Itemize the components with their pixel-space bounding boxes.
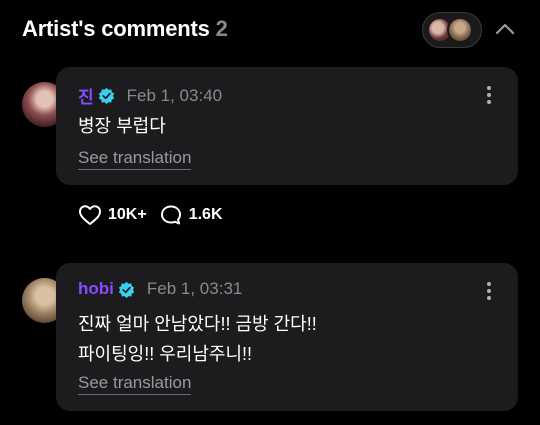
artist-avatar-stack[interactable] xyxy=(422,12,482,48)
comment-bubble: 진 Feb 1, 03:40 병장 부럽다 See translation xyxy=(56,67,518,185)
avatar xyxy=(447,17,473,43)
comment-count: 2 xyxy=(215,16,228,41)
see-translation-link[interactable]: See translation xyxy=(78,148,192,170)
like-count: 10K+ xyxy=(108,206,147,223)
section-title: Artist's comments 2 xyxy=(22,16,228,42)
author-name[interactable]: 진 xyxy=(78,83,94,108)
comment-date: Feb 1, 03:40 xyxy=(126,85,223,105)
see-translation-link[interactable]: See translation xyxy=(78,373,192,395)
verified-badge-icon xyxy=(98,87,114,104)
comment-date: Feb 1, 03:31 xyxy=(146,279,243,298)
comment-actions: 10K+ 1.6K xyxy=(78,204,235,226)
comment-meta: 진 Feb 1, 03:40 xyxy=(78,83,222,108)
heart-icon xyxy=(79,205,101,225)
comment-text: 진짜 얼마 안남았다!! 금방 간다!! 파이팅잉!! 우리남주니!! xyxy=(78,309,317,369)
section-title-label: Artist's comments xyxy=(22,16,210,41)
speech-bubble-icon xyxy=(160,205,181,225)
comment-meta: hobi Feb 1, 03:31 xyxy=(78,279,242,299)
like-button[interactable]: 10K+ xyxy=(78,204,147,226)
reply-button[interactable]: 1.6K xyxy=(159,204,223,226)
more-vertical-icon[interactable] xyxy=(486,85,492,105)
comment-line: 진짜 얼마 안남았다!! 금방 간다!! xyxy=(78,314,317,334)
reply-count: 1.6K xyxy=(188,206,223,223)
comments-header: Artist's comments 2 xyxy=(0,0,540,60)
more-vertical-icon[interactable] xyxy=(486,281,492,301)
verified-badge-icon xyxy=(118,281,135,298)
comment-line: 파이팅잉!! 우리남주니!! xyxy=(78,344,253,364)
comment-line: 병장 부럽다 xyxy=(78,116,166,136)
chevron-up-icon[interactable] xyxy=(494,18,516,40)
comment-bubble: hobi Feb 1, 03:31 진짜 얼마 안남았다!! 금방 간다!! 파… xyxy=(56,263,518,411)
comment-text: 병장 부럽다 xyxy=(78,111,166,141)
author-name[interactable]: hobi xyxy=(78,279,114,299)
